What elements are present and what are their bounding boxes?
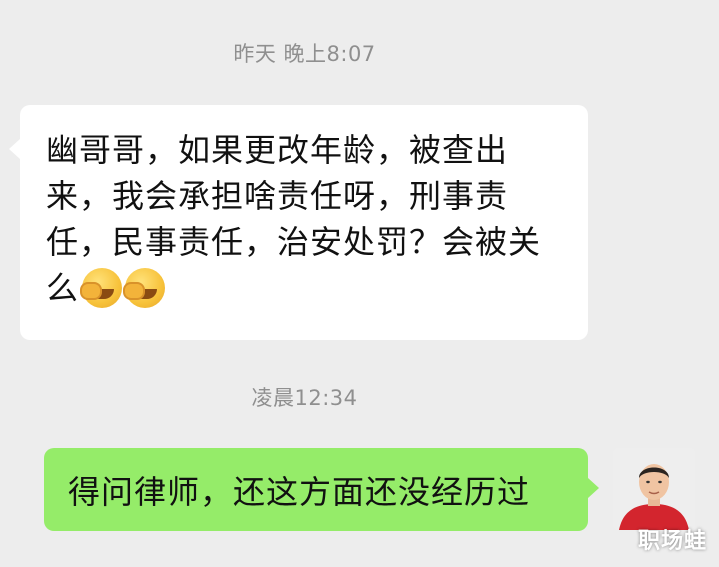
timestamp-early-morning: 凌晨12:34 bbox=[251, 386, 358, 410]
avatar-photo-icon bbox=[613, 448, 695, 530]
watermark: 职场蛙 bbox=[637, 529, 707, 554]
timestamp-yesterday: 昨天 晚上8:07 bbox=[233, 42, 376, 66]
incoming-message-bubble[interactable]: 幽哥哥，如果更改年龄，被查出来，我会承担啥责任呀，刑事责任，民事责任，治安处罚？… bbox=[9, 105, 588, 340]
outgoing-message-bubble[interactable]: 得问律师，还这方面还没经历过 bbox=[44, 448, 599, 531]
outgoing-message-text: 得问律师，还这方面还没经历过 bbox=[68, 473, 531, 511]
face-palm-emoji-icon bbox=[123, 268, 166, 308]
face-palm-emoji-icon bbox=[80, 268, 123, 308]
avatar[interactable] bbox=[613, 448, 695, 530]
incoming-message: 幽哥哥，如果更改年龄，被查出来，我会承担啥责任呀，刑事责任，民事责任，治安处罚？… bbox=[46, 127, 566, 311]
